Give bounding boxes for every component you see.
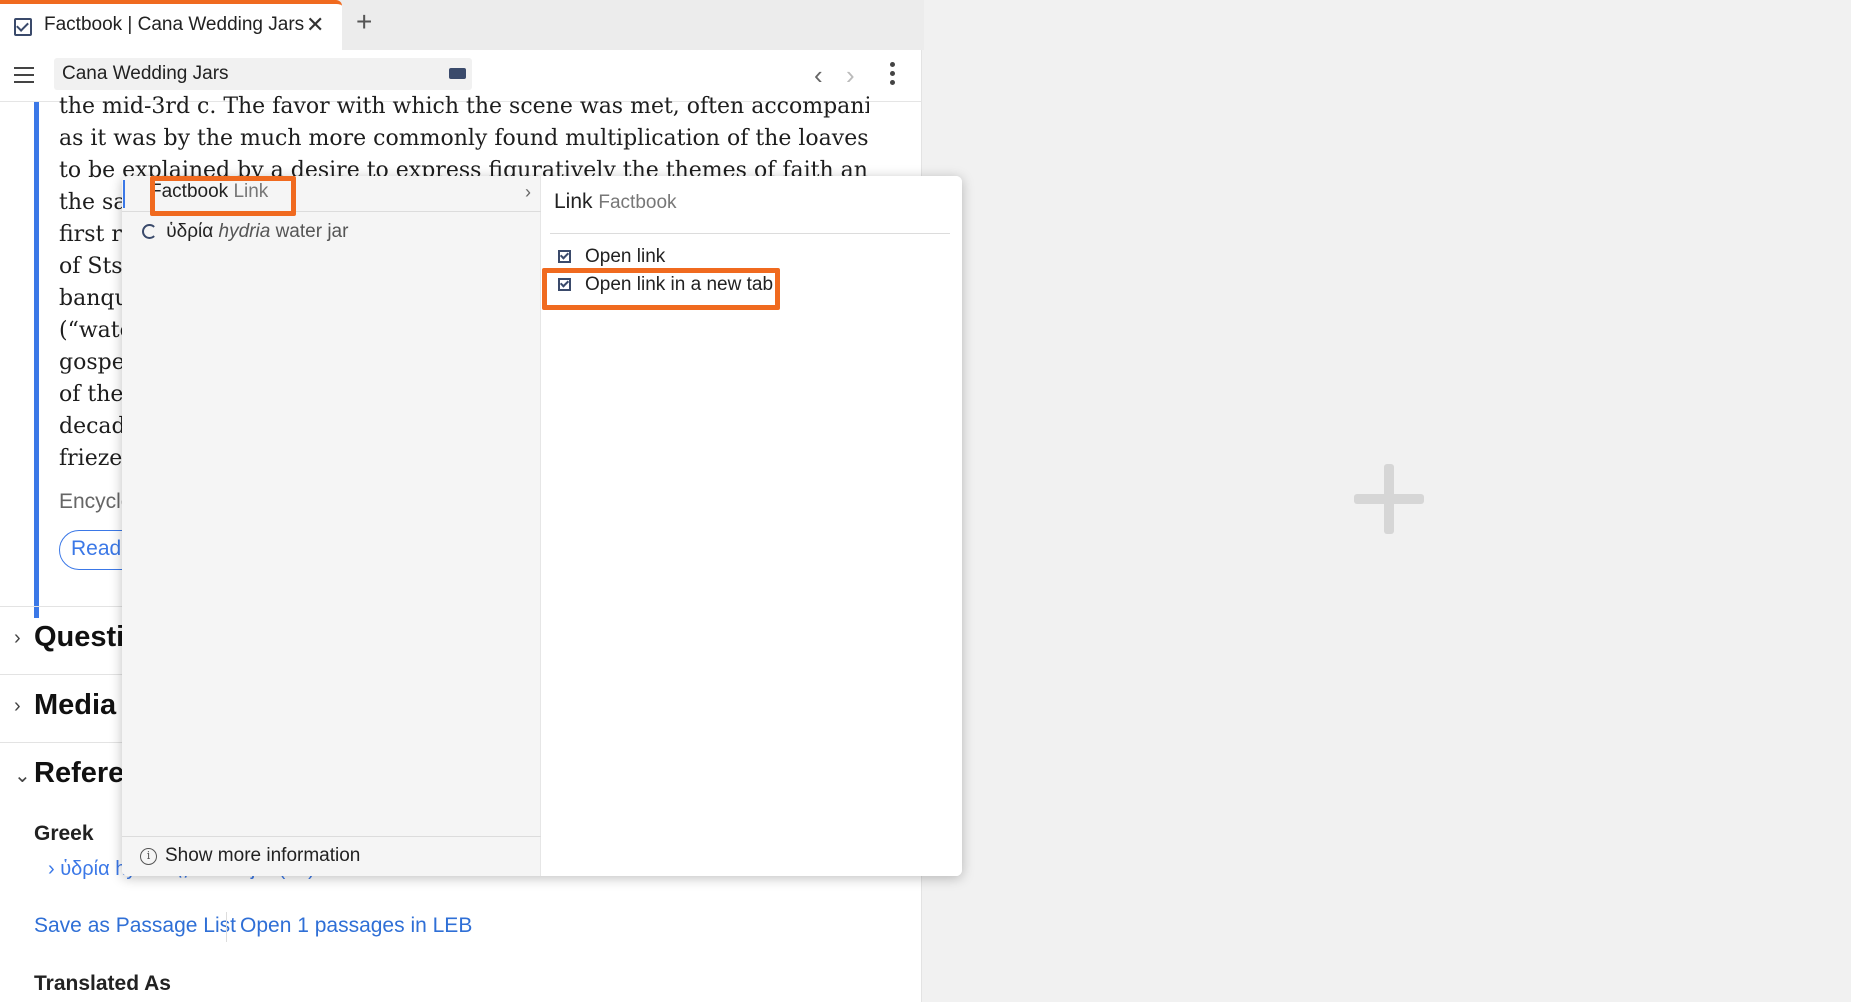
keyboard-icon[interactable]	[449, 68, 466, 79]
show-more-info-row[interactable]: i Show more information	[122, 836, 541, 876]
open-passages-link[interactable]: Open 1 passages in LEB	[240, 914, 472, 938]
more-options-icon[interactable]	[890, 62, 896, 88]
forward-arrow-icon[interactable]: ›	[846, 60, 855, 91]
chevron-right-icon: ›	[14, 627, 21, 649]
tab-strip: Factbook | Cana Wedding Jars ✕ +	[0, 0, 924, 50]
checkbox-icon	[14, 18, 32, 36]
menu-item-label: Open link	[585, 246, 666, 267]
tab-factbook[interactable]: Factbook | Cana Wedding Jars ✕	[0, 0, 342, 50]
chevron-right-icon: ›	[14, 695, 21, 717]
lemma-icon	[142, 224, 157, 239]
popup-right-title: Link	[554, 190, 593, 213]
focus-indicator	[123, 180, 125, 208]
search-input[interactable]: Cana Wedding Jars	[54, 58, 472, 90]
highlight-new-tab-option	[542, 268, 780, 310]
tab-title: Factbook | Cana Wedding Jars	[44, 14, 305, 35]
article-line: the mid-3rd c. The favor with which the …	[59, 94, 869, 119]
save-passage-list-link[interactable]: Save as Passage List	[34, 914, 236, 938]
menu-icon[interactable]	[14, 67, 34, 83]
add-tab-icon[interactable]: +	[356, 6, 372, 38]
add-panel-icon[interactable]	[1354, 464, 1424, 534]
back-arrow-icon[interactable]: ‹	[814, 60, 823, 91]
menu-item-open-link[interactable]: Open link	[558, 246, 665, 268]
popup-left-pane: Factbook Link › ὑδρία hydria water jar i…	[122, 176, 541, 876]
lemma-greek: ὑδρία	[166, 221, 214, 242]
popup-right-subtitle: Factbook	[598, 192, 677, 213]
lemma-translit: hydria	[218, 221, 271, 242]
lemma-item[interactable]: ὑδρία hydria water jar	[142, 221, 348, 243]
section-label: Media	[34, 689, 117, 721]
chevron-down-icon: ⌄	[14, 765, 31, 787]
greek-heading: Greek	[34, 822, 94, 845]
divider	[550, 233, 950, 234]
link-divider	[226, 912, 227, 942]
chevron-right-icon: ›	[525, 182, 531, 202]
quote-bar	[34, 102, 39, 618]
app-window: Factbook | Cana Wedding Jars ✕ + Cana We…	[0, 0, 1851, 1002]
article-line: as it was by the much more commonly foun…	[59, 126, 869, 151]
search-input-value: Cana Wedding Jars	[62, 63, 229, 84]
show-more-label: Show more information	[165, 845, 361, 866]
popup-right-heading: Link Factbook	[554, 190, 677, 214]
highlight-breadcrumb	[150, 176, 296, 216]
info-icon: i	[140, 848, 157, 865]
checkbox-icon	[558, 250, 571, 263]
translated-as-heading: Translated As	[34, 972, 171, 995]
lemma-gloss: water jar	[275, 221, 349, 242]
close-icon[interactable]: ✕	[306, 12, 324, 38]
